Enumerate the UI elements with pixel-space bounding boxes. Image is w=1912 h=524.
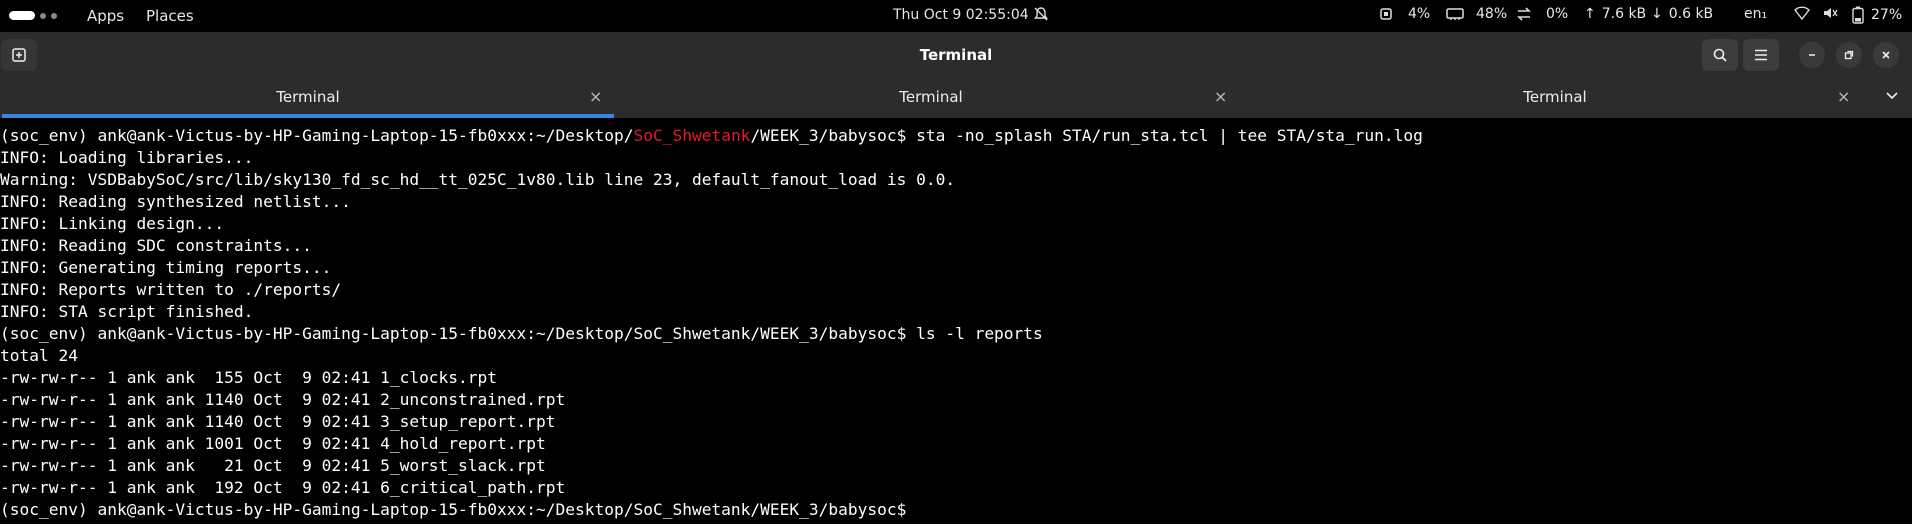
path-highlight: SoC_Shwetank	[633, 126, 751, 145]
tab-label: Terminal	[1523, 88, 1587, 106]
clock[interactable]: Thu Oct 9 02:55:04	[893, 7, 1029, 23]
workspace-indicator[interactable]	[9, 11, 57, 20]
terminal-line: -rw-rw-r-- 1 ank ank 1001 Oct 9 02:41 4_…	[0, 434, 546, 453]
cpu-value: 4%	[1408, 6, 1431, 22]
restore-button[interactable]	[1836, 42, 1862, 68]
upload-value: 7.6 kB	[1601, 6, 1647, 22]
terminal-line: INFO: Reading SDC constraints...	[0, 236, 312, 255]
new-tab-button[interactable]	[1, 39, 37, 71]
terminal-line: (soc_env) ank@ank-Victus-by-HP-Gaming-La…	[0, 324, 1043, 343]
terminal-line: -rw-rw-r-- 1 ank ank 192 Oct 9 02:41 6_c…	[0, 478, 566, 497]
terminal-line: -rw-rw-r-- 1 ank ank 21 Oct 9 02:41 5_wo…	[0, 456, 546, 475]
terminal-line: Warning: VSDBabySoC/src/lib/sky130_fd_sc…	[0, 170, 956, 189]
wifi-icon[interactable]	[1794, 6, 1810, 20]
download-indicator[interactable]: ↓ 0.6 kB	[1651, 6, 1713, 22]
tab-close-icon[interactable]: ×	[1214, 87, 1227, 106]
download-arrow-icon: ↓	[1651, 6, 1663, 22]
window-header: Terminal	[0, 32, 1912, 78]
cpu-icon	[1380, 8, 1392, 20]
notifications-muted-icon[interactable]	[1033, 6, 1049, 22]
terminal-line: INFO: STA script finished.	[0, 302, 254, 321]
terminal-line: INFO: Loading libraries...	[0, 148, 254, 167]
terminal-line-command: (soc_env) ank@ank-Victus-by-HP-Gaming-La…	[0, 126, 1423, 145]
close-window-button[interactable]	[1873, 42, 1899, 68]
terminal-output[interactable]: (soc_env) ank@ank-Victus-by-HP-Gaming-La…	[0, 118, 1912, 524]
top-panel: Apps Places Thu Oct 9 02:55:04 4% 48% 0%…	[0, 0, 1912, 32]
apps-menu[interactable]: Apps	[87, 7, 124, 25]
minimize-icon	[1809, 54, 1815, 56]
tab-bar: Terminal × Terminal × Terminal ×	[0, 78, 1912, 118]
chevron-down-icon	[1886, 92, 1898, 100]
restore-icon	[1844, 50, 1854, 60]
tab-label: Terminal	[899, 88, 963, 106]
close-icon	[1882, 51, 1890, 59]
swap-indicator[interactable]: 0%	[1516, 6, 1568, 22]
upload-arrow-icon: ↑	[1584, 6, 1596, 22]
memory-indicator[interactable]: 48%	[1446, 6, 1507, 22]
keyboard-layout[interactable]: en₁	[1744, 6, 1767, 22]
tab-label: Terminal	[276, 88, 340, 106]
tab-close-icon[interactable]: ×	[1837, 87, 1850, 106]
terminal-line-prompt: (soc_env) ank@ank-Victus-by-HP-Gaming-La…	[0, 500, 907, 519]
terminal-line: -rw-rw-r-- 1 ank ank 1140 Oct 9 02:41 2_…	[0, 390, 566, 409]
battery-icon	[1852, 6, 1864, 24]
tab-terminal-2[interactable]: Terminal ×	[620, 78, 1242, 118]
tab-terminal-3[interactable]: Terminal ×	[1245, 78, 1865, 118]
terminal-line: total 24	[0, 346, 78, 365]
battery-indicator[interactable]: 27%	[1851, 6, 1902, 24]
menu-button[interactable]	[1743, 39, 1779, 71]
upload-indicator[interactable]: ↑ 7.6 kB	[1584, 6, 1646, 22]
minimize-button[interactable]	[1799, 42, 1825, 68]
search-icon	[1713, 48, 1727, 62]
terminal-line: INFO: Reading synthesized netlist...	[0, 192, 351, 211]
terminal-line: INFO: Generating timing reports...	[0, 258, 332, 277]
swap-value: 0%	[1546, 6, 1569, 22]
new-tab-icon	[12, 48, 26, 62]
terminal-line: -rw-rw-r-- 1 ank ank 155 Oct 9 02:41 1_c…	[0, 368, 498, 387]
hamburger-icon	[1755, 49, 1767, 61]
tab-close-icon[interactable]: ×	[589, 87, 602, 106]
memory-icon	[1446, 8, 1464, 20]
tab-terminal-1[interactable]: Terminal ×	[2, 78, 614, 118]
swap-icon	[1517, 7, 1531, 21]
tab-overflow-button[interactable]	[1885, 88, 1899, 106]
memory-value: 48%	[1476, 6, 1508, 22]
cpu-indicator[interactable]: 4%	[1378, 6, 1430, 22]
places-menu[interactable]: Places	[146, 7, 194, 25]
search-button[interactable]	[1702, 39, 1738, 71]
download-value: 0.6 kB	[1668, 6, 1714, 22]
terminal-line: -rw-rw-r-- 1 ank ank 1140 Oct 9 02:41 3_…	[0, 412, 556, 431]
terminal-line: INFO: Reports written to ./reports/	[0, 280, 342, 299]
volume-muted-icon[interactable]	[1822, 6, 1838, 20]
battery-value: 27%	[1871, 7, 1903, 23]
terminal-line: INFO: Linking design...	[0, 214, 225, 233]
window-title: Terminal	[919, 46, 993, 64]
